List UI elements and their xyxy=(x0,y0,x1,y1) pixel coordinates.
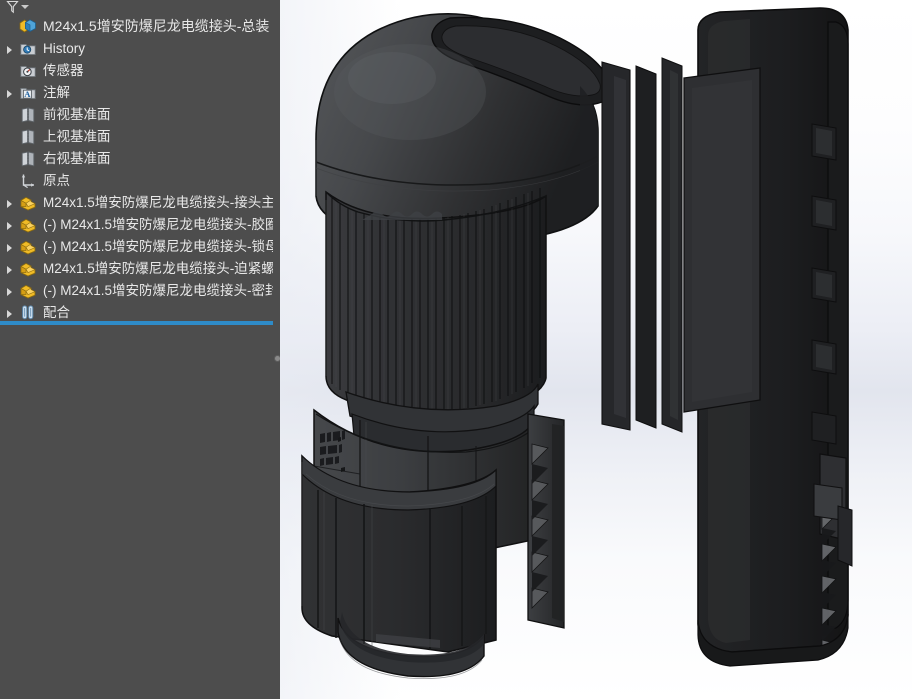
tree-expander xyxy=(2,170,18,192)
tree-item-origin[interactable]: 原点 xyxy=(0,170,273,192)
tree-item-label: (-) M24x1.5增安防爆尼龙电缆接头-锁母< xyxy=(43,239,273,254)
tree-item-part-gasket[interactable]: (-) M24x1.5增安防爆尼龙电缆接头-胶圈< xyxy=(0,214,273,236)
tree-item-label: 传感器 xyxy=(43,63,84,78)
tree-item-label: 上视基准面 xyxy=(43,129,111,144)
svg-text:A: A xyxy=(24,89,31,99)
model-geometry xyxy=(301,7,853,679)
tree-item-part-seal[interactable]: (-) M24x1.5增安防爆尼龙电缆接头-密封圈 xyxy=(0,280,273,302)
tree-item-top-plane[interactable]: 上视基准面 xyxy=(0,126,273,148)
tree-expander[interactable] xyxy=(2,82,18,104)
plane-icon xyxy=(18,105,38,125)
tree-item-label: (-) M24x1.5增安防爆尼龙电缆接头-胶圈< xyxy=(43,217,273,232)
history-folder-icon xyxy=(18,39,38,59)
tree-expander[interactable] xyxy=(2,280,18,302)
tree-item-sensors[interactable]: 传感器 xyxy=(0,60,273,82)
tree-expander xyxy=(2,148,18,170)
part-icon xyxy=(18,193,38,213)
chevron-down-icon[interactable] xyxy=(21,5,29,9)
tree-toolbar xyxy=(0,0,273,14)
tree-item-front-plane[interactable]: 前视基准面 xyxy=(0,104,273,126)
tree-expander[interactable] xyxy=(2,258,18,280)
part-icon xyxy=(18,259,38,279)
tree-item-label: 右视基准面 xyxy=(43,151,111,166)
feature-tree-panel: M24x1.5增安防爆尼龙电缆接头-总装 (默认<默 History xyxy=(0,0,273,699)
tree-bottom-divider xyxy=(0,321,273,325)
tree-item-label: 注解 xyxy=(43,85,70,100)
tree-expander[interactable] xyxy=(2,214,18,236)
feature-tree-list: M24x1.5增安防爆尼龙电缆接头-总装 (默认<默 History xyxy=(0,14,273,324)
mates-icon xyxy=(18,303,38,323)
tree-expander[interactable] xyxy=(2,236,18,258)
tree-item-right-plane[interactable]: 右视基准面 xyxy=(0,148,273,170)
tree-item-label: M24x1.5增安防爆尼龙电缆接头-迫紧螺母· xyxy=(43,261,273,276)
tree-item-label: History xyxy=(43,41,86,56)
tree-root-item[interactable]: M24x1.5增安防爆尼龙电缆接头-总装 (默认<默 xyxy=(0,14,273,38)
part-icon xyxy=(18,237,38,257)
tree-expander[interactable] xyxy=(2,38,18,60)
tree-item-part-locknut[interactable]: (-) M24x1.5增安防爆尼龙电缆接头-锁母< xyxy=(0,236,273,258)
tree-expander xyxy=(2,104,18,126)
tree-item-label: M24x1.5增安防爆尼龙电缆接头-接头主体· xyxy=(43,195,273,210)
tree-item-label: (-) M24x1.5增安防爆尼龙电缆接头-密封圈 xyxy=(43,283,273,298)
tree-item-annotations[interactable]: A 注解 xyxy=(0,82,273,104)
graphics-viewport[interactable] xyxy=(280,0,912,699)
solidworks-window: M24x1.5增安防爆尼龙电缆接头-总装 (默认<默 History xyxy=(0,0,912,699)
part-icon xyxy=(18,215,38,235)
tree-item-history[interactable]: History xyxy=(0,38,273,60)
tree-item-label: 前视基准面 xyxy=(43,107,111,122)
assembly-icon xyxy=(18,16,38,36)
plane-icon xyxy=(18,127,38,147)
part-icon xyxy=(18,281,38,301)
cable-gland-3d-model[interactable] xyxy=(280,0,912,699)
tree-expander[interactable] xyxy=(2,15,18,37)
annotation-folder-icon: A xyxy=(18,83,38,103)
filter-funnel-icon[interactable] xyxy=(6,0,19,14)
tree-item-label: 原点 xyxy=(43,173,70,188)
tree-root-label: M24x1.5增安防爆尼龙电缆接头-总装 (默认<默 xyxy=(43,18,273,34)
tree-expander xyxy=(2,60,18,82)
tree-item-part-body[interactable]: M24x1.5增安防爆尼龙电缆接头-接头主体· xyxy=(0,192,273,214)
tree-expander[interactable] xyxy=(2,192,18,214)
origin-icon xyxy=(18,171,38,191)
tree-expander xyxy=(2,126,18,148)
tree-item-part-compression-nut[interactable]: M24x1.5增安防爆尼龙电缆接头-迫紧螺母· xyxy=(0,258,273,280)
plane-icon xyxy=(18,149,38,169)
sensor-folder-icon xyxy=(18,61,38,81)
